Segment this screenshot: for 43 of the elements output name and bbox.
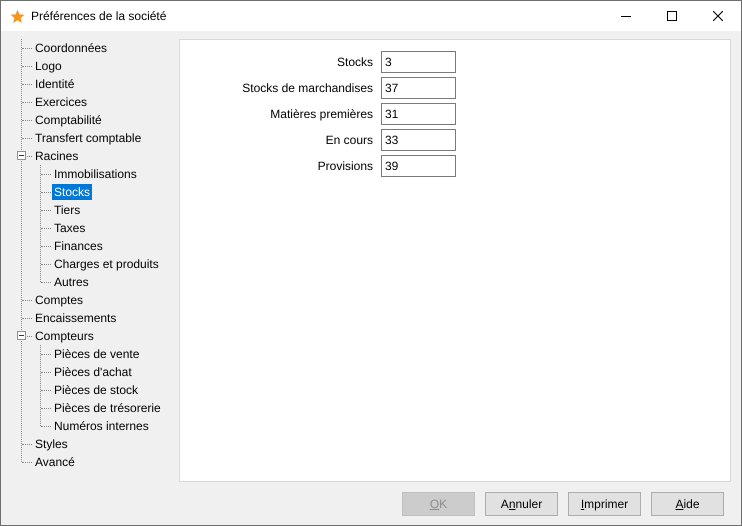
tree-item[interactable]: Logo <box>33 58 64 74</box>
collapse-icon[interactable] <box>17 331 26 340</box>
tree-item[interactable]: Taxes <box>52 220 88 236</box>
field-label: Stocks <box>336 55 373 69</box>
tree-item[interactable]: Finances <box>52 238 105 254</box>
field-label: Provisions <box>316 159 373 173</box>
tree-item[interactable]: Comptes <box>33 292 86 308</box>
input-field[interactable]: 31 <box>381 103 456 125</box>
input-field[interactable]: 39 <box>381 155 456 177</box>
field-label: En cours <box>324 133 373 147</box>
tree-item[interactable]: Pièces de stock <box>52 382 140 398</box>
collapse-icon[interactable] <box>17 151 26 160</box>
close-icon[interactable] <box>713 11 723 21</box>
tree-item[interactable]: Identité <box>33 76 76 92</box>
input-field[interactable]: 33 <box>381 129 456 151</box>
tree-item[interactable]: Pièces de trésorerie <box>52 400 163 416</box>
window-title: Préférences de la société <box>31 9 168 23</box>
tree-item[interactable]: Compteurs <box>33 328 96 344</box>
dialog-button[interactable]: Aide <box>651 492 724 516</box>
field-label: Stocks de marchandises <box>241 81 373 95</box>
input-field[interactable]: 3 <box>381 51 456 73</box>
tree-item[interactable]: Coordonnées <box>33 40 110 56</box>
input-field[interactable]: 37 <box>381 77 456 99</box>
tree-item[interactable]: Styles <box>33 436 70 452</box>
tree-item[interactable]: Autres <box>52 274 91 290</box>
tree-item[interactable]: Stocks <box>52 184 92 200</box>
tree-item[interactable]: Encaissements <box>33 310 118 326</box>
tree-item[interactable]: Charges et produits <box>52 256 161 272</box>
dialog-button[interactable]: Imprimer <box>568 492 641 516</box>
tree-item[interactable]: Transfert comptable <box>33 130 144 146</box>
tree-item[interactable]: Numéros internes <box>52 418 151 434</box>
tree-item[interactable]: Immobilisations <box>52 166 139 182</box>
tree-item[interactable]: Comptabilité <box>33 112 104 128</box>
tree-item[interactable]: Exercices <box>33 94 90 110</box>
tree-item[interactable]: Tiers <box>52 202 82 218</box>
star-icon <box>10 8 25 24</box>
field-label: Matières premières <box>269 107 373 121</box>
tree-item[interactable]: Pièces de vente <box>52 346 142 362</box>
tree-item[interactable]: Avancé <box>33 454 77 470</box>
tree-item[interactable]: Racines <box>33 148 80 164</box>
maximize-icon[interactable] <box>667 11 677 21</box>
tree-item[interactable]: Pièces d'achat <box>52 364 134 380</box>
dialog-button[interactable]: Annuler <box>485 492 558 516</box>
